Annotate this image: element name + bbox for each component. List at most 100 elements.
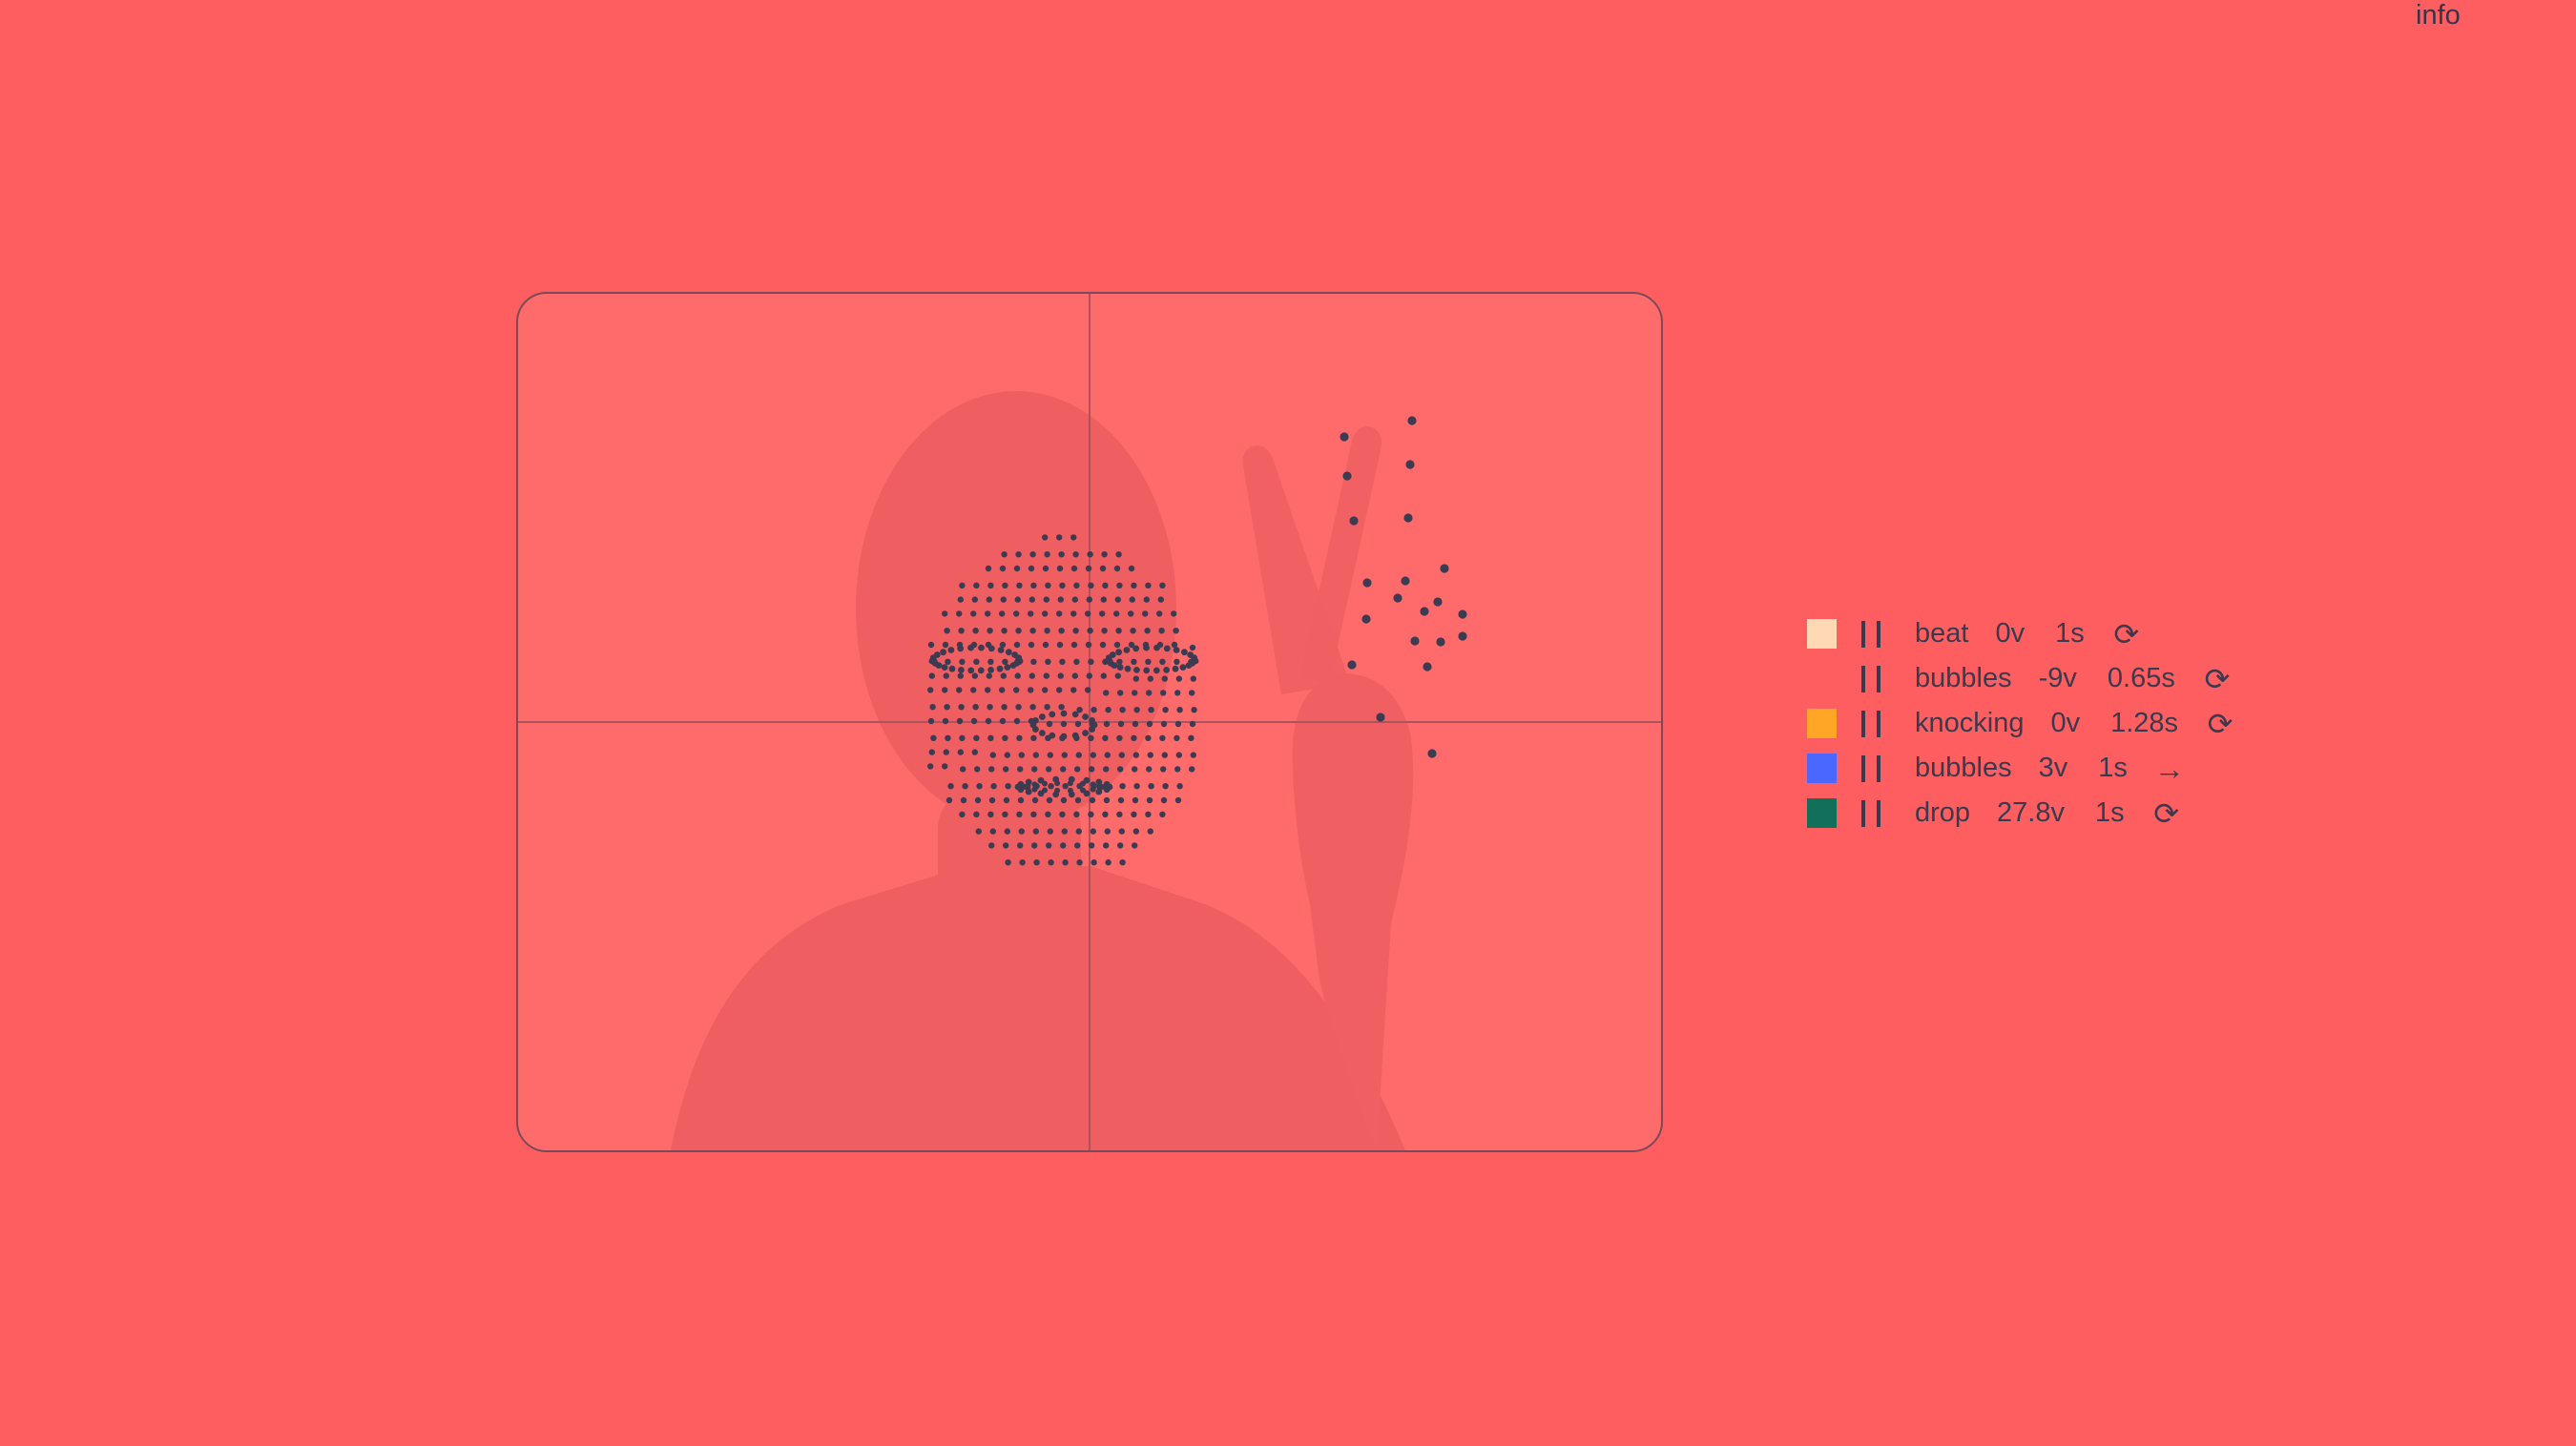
landmark-point: [1060, 842, 1067, 849]
sound-duration[interactable]: 1s: [2095, 797, 2125, 829]
pause-icon[interactable]: [1861, 710, 1880, 737]
landmark-point: [1042, 687, 1049, 693]
sound-volume[interactable]: 27.8v: [1997, 797, 2065, 829]
landmark-point: [1046, 842, 1052, 849]
color-swatch[interactable]: [1807, 619, 1837, 649]
sound-row-bubbles: bubbles -9v 0.65s ⟳: [1807, 656, 2235, 701]
sound-name[interactable]: beat: [1915, 618, 1968, 650]
landmark-point: [944, 628, 950, 634]
landmark-point: [1071, 711, 1079, 718]
sound-duration[interactable]: 1.28s: [2110, 708, 2178, 739]
loop-icon[interactable]: ⟳: [2202, 664, 2233, 694]
landmark-point: [1033, 859, 1040, 866]
landmark-point: [1129, 596, 1135, 603]
sound-name[interactable]: knocking: [1915, 708, 2024, 739]
landmark-point: [1175, 675, 1182, 682]
landmark-point: [1174, 658, 1180, 665]
sound-name[interactable]: bubbles: [1915, 663, 2012, 694]
loop-icon[interactable]: ⟳: [2151, 798, 2182, 829]
landmark-point: [1031, 766, 1038, 773]
landmark-point: [1143, 596, 1150, 603]
landmark-point: [1059, 658, 1066, 665]
pause-icon[interactable]: [1861, 620, 1880, 648]
landmark-point: [967, 644, 974, 651]
landmark-point: [945, 658, 951, 665]
sound-volume[interactable]: 3v: [2039, 753, 2068, 784]
landmark-point: [999, 610, 1006, 617]
sound-volume[interactable]: -9v: [2039, 663, 2077, 694]
landmark-point: [1091, 707, 1097, 713]
landmark-point: [1047, 828, 1053, 835]
landmark-point: [1071, 732, 1079, 739]
sound-duration[interactable]: 1s: [2098, 753, 2128, 784]
landmark-point: [1030, 582, 1037, 589]
landmark-point: [1118, 752, 1125, 758]
sound-name[interactable]: bubbles: [1915, 753, 2012, 784]
landmark-point: [1099, 565, 1107, 572]
info-link[interactable]: info: [2416, 0, 2461, 31]
landmark-point: [1090, 828, 1096, 835]
landmark-point: [1161, 675, 1168, 682]
landmark-point: [1045, 811, 1051, 817]
landmark-point: [989, 828, 996, 835]
loop-icon[interactable]: ⟳: [2205, 709, 2235, 739]
landmark-point: [1085, 687, 1091, 693]
landmark-point: [1131, 811, 1137, 817]
landmark-point: [1132, 690, 1138, 696]
landmark-point: [945, 734, 951, 741]
landmark-point: [1117, 766, 1124, 773]
landmark-point: [944, 704, 950, 711]
landmark-point: [1103, 720, 1111, 728]
landmark-point: [1158, 628, 1165, 634]
arrow-right-icon[interactable]: →: [2154, 754, 2185, 784]
landmark-point: [1042, 787, 1048, 794]
sound-duration[interactable]: 1s: [2055, 618, 2085, 650]
landmark-point: [1015, 628, 1022, 634]
landmark-point: [1102, 582, 1109, 589]
sound-duration[interactable]: 0.65s: [2108, 663, 2175, 694]
landmark-point: [1074, 720, 1082, 728]
landmark-point: [941, 664, 948, 671]
landmark-point: [988, 796, 996, 804]
landmark-point: [1060, 796, 1068, 804]
landmark-point: [1039, 730, 1046, 736]
sound-volume[interactable]: 0v: [1995, 618, 2025, 650]
landmark-point: [1131, 734, 1137, 741]
landmark-point: [1142, 610, 1149, 617]
landmark-point: [1124, 665, 1132, 672]
landmark-point: [1028, 610, 1034, 617]
color-swatch[interactable]: [1807, 709, 1837, 738]
loop-icon[interactable]: ⟳: [2111, 619, 2142, 650]
pause-icon[interactable]: [1861, 799, 1880, 827]
landmark-point: [1162, 783, 1169, 790]
landmark-point: [987, 628, 993, 634]
landmark-point: [1176, 707, 1183, 713]
color-swatch[interactable]: [1807, 754, 1837, 783]
landmark-point: [1004, 664, 1011, 671]
landmark-point: [1146, 796, 1153, 804]
pause-icon[interactable]: [1861, 665, 1880, 692]
landmark-point: [1132, 752, 1139, 758]
landmark-point: [1085, 610, 1091, 617]
landmark-point: [947, 647, 955, 653]
landmark-point: [1161, 752, 1168, 758]
landmark-point: [927, 641, 935, 649]
landmark-point: [1145, 658, 1152, 665]
sound-name[interactable]: drop: [1915, 797, 1970, 829]
landmark-point: [1173, 647, 1180, 653]
landmark-point: [988, 842, 995, 849]
landmark-point: [957, 749, 964, 755]
landmark-point: [971, 749, 978, 755]
landmark-point: [1153, 644, 1160, 651]
pause-icon[interactable]: [1861, 754, 1880, 782]
landmark-point: [1029, 704, 1036, 711]
landmark-point: [1031, 786, 1038, 793]
sound-volume[interactable]: 0v: [2050, 708, 2080, 739]
color-swatch[interactable]: [1807, 664, 1837, 693]
landmark-point: [1044, 628, 1050, 634]
color-swatch[interactable]: [1807, 798, 1837, 828]
landmark-point: [1147, 675, 1153, 682]
landmark-point: [970, 717, 978, 725]
landmark-point: [1080, 787, 1086, 794]
landmark-point: [1114, 672, 1121, 679]
